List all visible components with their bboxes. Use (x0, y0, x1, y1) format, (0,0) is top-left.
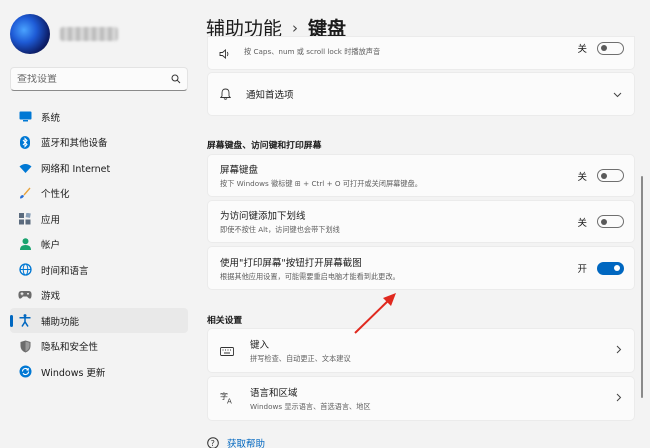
nav-item-system[interactable]: 系统 (10, 104, 188, 129)
bluetooth-icon (18, 135, 32, 149)
osk-desc: 按下 Windows 徽标键 ⊞ + Ctrl + O 可打开或关闭屏幕键盘。 (220, 179, 422, 188)
underline-access-keys-label: 为访问键添加下划线 (220, 211, 306, 222)
chevron-right-icon (616, 344, 622, 357)
section-title-osk: 屏幕键盘、访问键和打印屏幕 (207, 141, 322, 151)
breadcrumb-separator: › (292, 18, 299, 37)
speaker-icon (219, 44, 233, 63)
search-input[interactable] (17, 73, 171, 85)
nav-label: 游戏 (41, 291, 61, 302)
nav-item-time-language[interactable]: 时间和语言 (10, 257, 188, 282)
nav-label: 个性化 (41, 189, 70, 200)
print-screen-desc: 根据其他应用设置，可能需要重启电脑才能看到此更改。 (220, 271, 400, 281)
nav-label: 蓝牙和其他设备 (41, 138, 108, 149)
typing-desc: 拼写检查、自动更正、文本建议 (250, 354, 351, 363)
help-icon: ? (207, 437, 219, 448)
nav-label: 应用 (41, 214, 61, 226)
notification-preferences-card[interactable]: 通知首选项 (207, 72, 635, 116)
underline-access-keys-toggle[interactable] (597, 215, 624, 228)
toggle-state-label: 关 (577, 171, 587, 183)
search-icon (171, 74, 181, 84)
toggle-state-label: 开 (577, 264, 587, 275)
sidebar: 系统 蓝牙和其他设备 网络和 Internet 个性化 应用 帐户 时间和语言 (0, 0, 196, 448)
osk-toggle[interactable] (597, 169, 624, 182)
nav-item-windows-update[interactable]: Windows 更新 (10, 359, 188, 384)
wifi-icon (18, 161, 32, 175)
nav-label: 帐户 (41, 240, 61, 251)
typing-label: 键入 (250, 340, 270, 351)
print-screen-toggle[interactable] (597, 261, 624, 275)
notification-preferences-label: 通知首选项 (246, 90, 294, 101)
section-title-related: 相关设置 (207, 316, 243, 326)
bell-icon (219, 85, 234, 104)
svg-text:A: A (227, 398, 232, 405)
brush-icon (18, 186, 32, 200)
keyboard-icon (220, 341, 236, 360)
nav-item-gaming[interactable]: 游戏 (10, 283, 188, 308)
language-region-label: 语言和区域 (250, 388, 298, 399)
update-icon (18, 365, 32, 379)
print-screen-card[interactable]: 使用"打印屏幕"按钮打开屏幕截图 根据其他应用设置，可能需要重启电脑才能看到此更… (207, 246, 635, 290)
nav-label: 系统 (41, 112, 61, 124)
osk-label: 屏幕键盘 (220, 165, 259, 176)
toggle-state-label: 关 (577, 217, 587, 229)
svg-text:?: ? (211, 439, 215, 448)
nav-item-bluetooth[interactable]: 蓝牙和其他设备 (10, 130, 188, 155)
gamepad-icon (18, 288, 32, 302)
underline-access-keys-desc: 即使不按住 Alt，访问键也会带下划线 (220, 225, 340, 234)
shield-icon (18, 339, 32, 353)
accessibility-icon (18, 314, 32, 328)
scrollbar[interactable] (641, 176, 643, 398)
account-icon (18, 237, 32, 251)
nav-item-personalization[interactable]: 个性化 (10, 181, 188, 206)
globe-clock-icon (18, 263, 32, 277)
toggle-state-label: 关 (577, 44, 587, 55)
chevron-down-icon (613, 88, 622, 101)
avatar (10, 14, 50, 54)
nav-label: Windows 更新 (41, 367, 106, 379)
nav-item-privacy[interactable]: 隐私和安全性 (10, 334, 188, 359)
language-region-card[interactable]: 字A 语言和区域 Windows 显示语言、首选语言、地区 (207, 376, 635, 421)
account-name-blurred (60, 27, 118, 41)
get-help-link[interactable]: ? 获取帮助 (207, 436, 265, 448)
search-box[interactable] (10, 67, 188, 91)
sound-lock-keys-desc: 按 Caps、num 或 scroll lock 时播放声音 (244, 46, 381, 56)
nav-label: 辅助功能 (41, 316, 80, 328)
system-icon (18, 110, 32, 124)
nav-item-accessibility[interactable]: 辅助功能 (10, 308, 188, 333)
print-screen-label: 使用"打印屏幕"按钮打开屏幕截图 (220, 257, 362, 269)
nav-item-accounts[interactable]: 帐户 (10, 232, 188, 257)
sound-lock-keys-toggle[interactable] (597, 41, 624, 55)
profile[interactable] (10, 14, 118, 54)
sound-lock-keys-card[interactable]: 按 Caps、num 或 scroll lock 时播放声音 关 (207, 36, 635, 70)
nav-item-network[interactable]: 网络和 Internet (10, 155, 188, 180)
nav-item-apps[interactable]: 应用 (10, 206, 188, 231)
get-help-label: 获取帮助 (227, 439, 266, 448)
nav-list: 系统 蓝牙和其他设备 网络和 Internet 个性化 应用 帐户 时间和语言 (10, 104, 188, 385)
nav-label: 网络和 Internet (41, 163, 111, 175)
osk-card[interactable]: 屏幕键盘 按下 Windows 徽标键 ⊞ + Ctrl + O 可打开或关闭屏… (207, 154, 635, 197)
underline-access-keys-card[interactable]: 为访问键添加下划线 即使不按住 Alt，访问键也会带下划线 关 (207, 200, 635, 243)
typing-card[interactable]: 键入 拼写检查、自动更正、文本建议 (207, 328, 635, 373)
language-region-desc: Windows 显示语言、首选语言、地区 (250, 402, 371, 411)
nav-label: 隐私和安全性 (41, 342, 99, 353)
apps-icon (18, 212, 32, 226)
chevron-right-icon (616, 392, 622, 405)
nav-label: 时间和语言 (41, 265, 89, 277)
language-icon: 字A (220, 389, 236, 408)
